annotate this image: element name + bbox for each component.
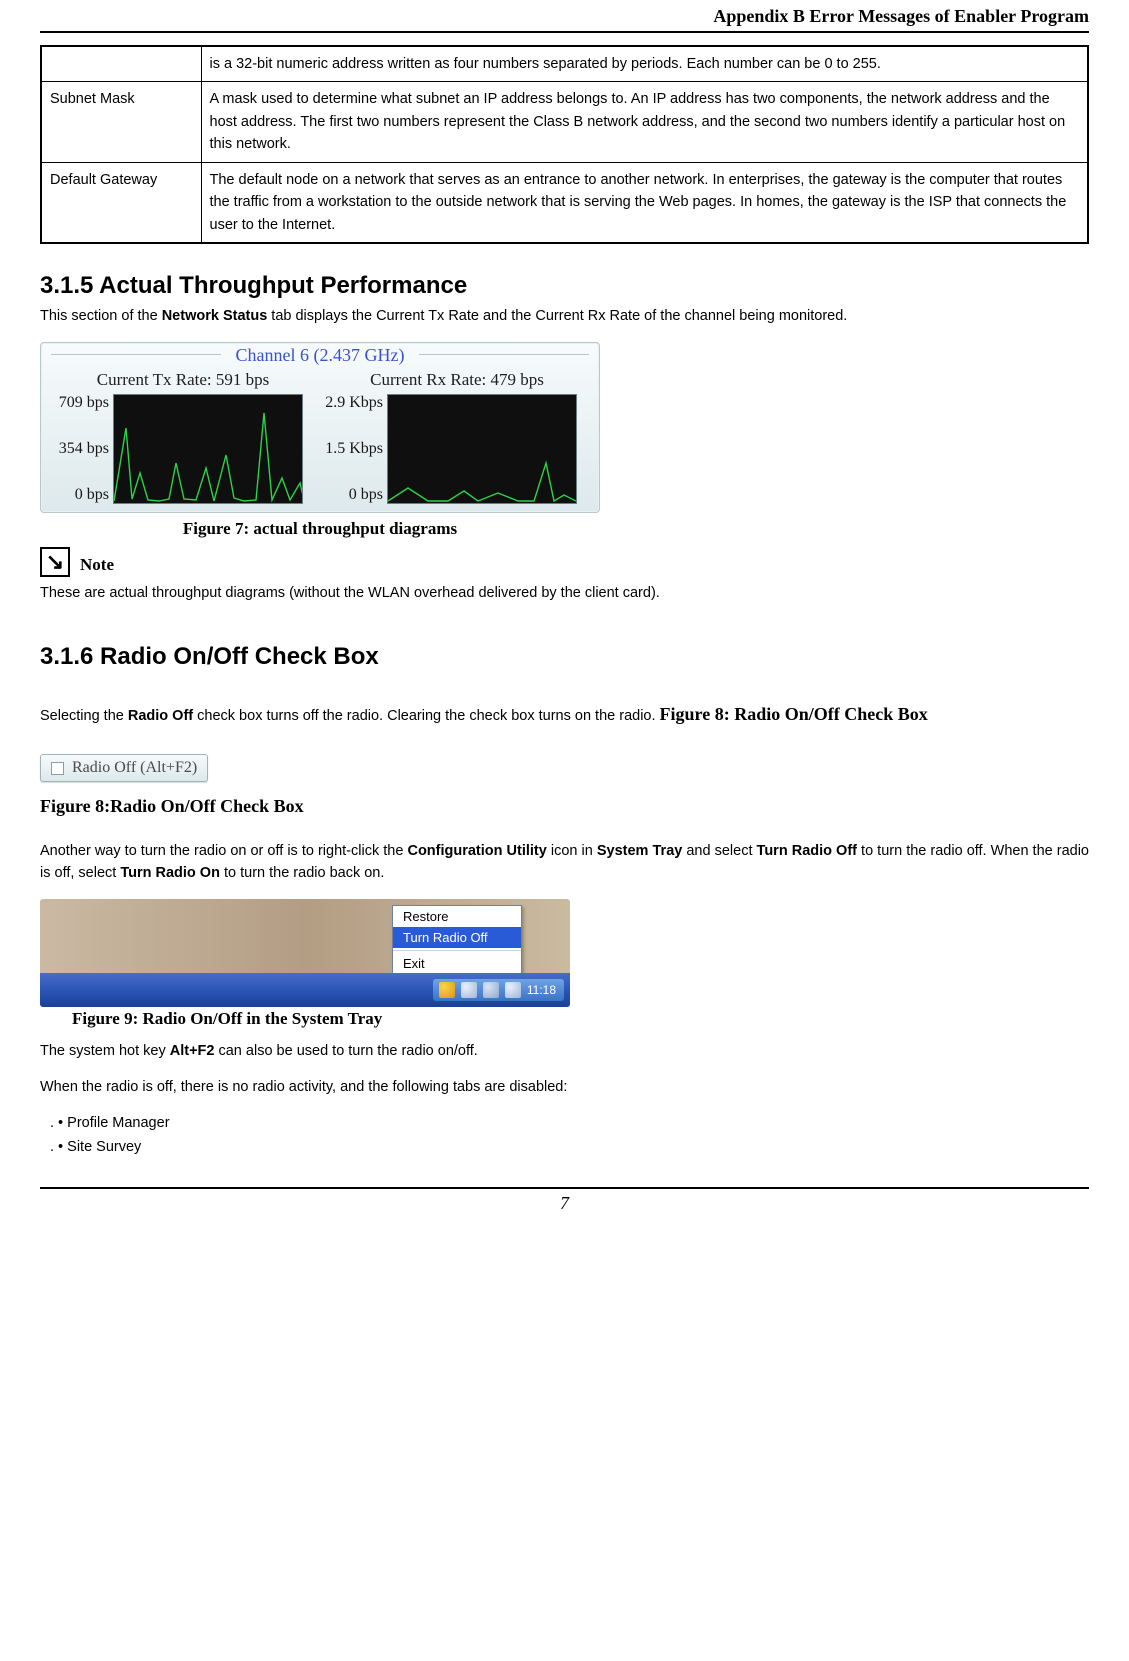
menu-item-turn-radio-off[interactable]: Turn Radio Off — [393, 927, 521, 948]
bold-text: Radio Off — [128, 708, 193, 724]
notification-area[interactable]: 11:18 — [433, 979, 564, 1001]
menu-separator — [393, 950, 521, 951]
list-item: . • Profile Manager — [50, 1112, 1089, 1135]
rx-plot — [387, 394, 577, 504]
page-number: 7 — [40, 1189, 1089, 1244]
tx-plot — [113, 394, 303, 504]
y-tick: 2.9 Kbps — [323, 394, 383, 412]
y-tick: 0 bps — [323, 486, 383, 504]
text: can also be used to turn the radio on/of… — [214, 1043, 477, 1059]
wifi-icon[interactable] — [505, 982, 521, 998]
y-tick: 0 bps — [49, 486, 109, 504]
taskbar: 11:18 — [40, 973, 570, 1007]
table-row: is a 32-bit numeric address written as f… — [41, 46, 1088, 82]
text: Selecting the — [40, 708, 128, 724]
term-cell: Default Gateway — [41, 162, 201, 243]
bold-text: Configuration Utility — [407, 843, 546, 859]
tray-context-menu[interactable]: Restore Turn Radio Off Exit — [392, 905, 522, 975]
desc-cell: A mask used to determine what subnet an … — [201, 82, 1088, 162]
note-icon: ↘ — [40, 547, 70, 577]
radio-off-checkbox[interactable]: Radio Off (Alt+F2) — [40, 754, 208, 782]
section-315-intro: This section of the Network Status tab d… — [40, 306, 1089, 328]
volume-icon[interactable] — [483, 982, 499, 998]
term-cell: Subnet Mask — [41, 82, 201, 162]
text: check box turns off the radio. Clearing … — [193, 708, 659, 724]
figure-8-caption: Figure 8:Radio On/Off Check Box — [40, 796, 1089, 817]
definitions-table: is a 32-bit numeric address written as f… — [40, 45, 1089, 244]
rx-graph: Current Rx Rate: 479 bps 2.9 Kbps 1.5 Kb… — [323, 368, 591, 504]
disabled-tabs-intro: When the radio is off, there is no radio… — [40, 1077, 1089, 1099]
term-cell — [41, 46, 201, 82]
note-text: These are actual throughput diagrams (wi… — [40, 583, 1089, 605]
desc-cell: is a 32-bit numeric address written as f… — [201, 46, 1088, 82]
tx-graph: Current Tx Rate: 591 bps 709 bps 354 bps… — [49, 368, 317, 504]
table-row: Default Gateway The default node on a ne… — [41, 162, 1088, 243]
bold-text: Turn Radio Off — [757, 843, 857, 859]
system-tray-screenshot: Restore Turn Radio Off Exit 11:18 — [40, 899, 570, 1007]
rx-y-axis: 2.9 Kbps 1.5 Kbps 0 bps — [323, 394, 387, 504]
desc-cell: The default node on a network that serve… — [201, 162, 1088, 243]
checkbox-icon[interactable] — [51, 762, 64, 775]
network-icon[interactable] — [461, 982, 477, 998]
menu-item-restore[interactable]: Restore — [393, 906, 521, 927]
note-block: ↘ Note — [40, 547, 1089, 577]
section-316-heading: 3.1.6 Radio On/Off Check Box — [40, 643, 1089, 671]
text: The system hot key — [40, 1043, 170, 1059]
bold-text: Alt+F2 — [170, 1043, 215, 1059]
y-tick: 354 bps — [49, 440, 109, 458]
figure-9-caption: Figure 9: Radio On/Off in the System Tra… — [72, 1009, 1089, 1029]
appendix-header: Appendix B Error Messages of Enabler Pro… — [40, 0, 1089, 33]
bold-text: Turn Radio On — [120, 865, 220, 881]
text: icon in — [547, 843, 597, 859]
shield-icon[interactable] — [439, 982, 455, 998]
table-row: Subnet Mask A mask used to determine wha… — [41, 82, 1088, 162]
y-tick: 709 bps — [49, 394, 109, 412]
section-316-p2: Another way to turn the radio on or off … — [40, 841, 1089, 885]
tx-y-axis: 709 bps 354 bps 0 bps — [49, 394, 113, 504]
text: Another way to turn the radio on or off … — [40, 843, 407, 859]
figure-8-ref: Figure 8: Radio On/Off Check Box — [660, 704, 928, 724]
tx-rate-label: Current Tx Rate: 591 bps — [49, 368, 317, 394]
radio-off-label: Radio Off (Alt+F2) — [72, 759, 197, 777]
figure-7-caption: Figure 7: actual throughput diagrams — [40, 519, 600, 539]
section-316-p1: Selecting the Radio Off check box turns … — [40, 695, 1089, 735]
text: to turn the radio back on. — [220, 865, 384, 881]
channel-label: Channel 6 (2.437 GHz) — [47, 343, 593, 366]
throughput-panel: Channel 6 (2.437 GHz) Current Tx Rate: 5… — [40, 342, 600, 513]
list-item: . • Site Survey — [50, 1136, 1089, 1159]
text: tab displays the Current Tx Rate and the… — [267, 308, 847, 324]
rx-rate-label: Current Rx Rate: 479 bps — [323, 368, 591, 394]
bold-text: Network Status — [162, 308, 268, 324]
bold-text: System Tray — [597, 843, 682, 859]
note-label: Note — [80, 555, 114, 577]
hotkey-text: The system hot key Alt+F2 can also be us… — [40, 1041, 1089, 1063]
clock[interactable]: 11:18 — [527, 983, 556, 997]
text: and select — [682, 843, 756, 859]
y-tick: 1.5 Kbps — [323, 440, 383, 458]
section-315-heading: 3.1.5 Actual Throughput Performance — [40, 272, 1089, 300]
text: This section of the — [40, 308, 162, 324]
menu-item-exit[interactable]: Exit — [393, 953, 521, 974]
